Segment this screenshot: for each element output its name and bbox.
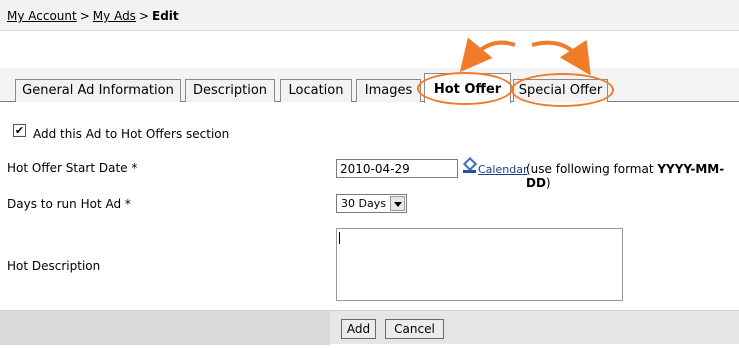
cancel-button[interactable]: Cancel — [385, 319, 444, 339]
days-select[interactable]: 30 Days — [336, 194, 407, 213]
breadcrumb-separator: > — [138, 9, 149, 23]
tab-images[interactable]: Images — [356, 79, 421, 102]
checkmark-icon: ✔ — [14, 124, 25, 137]
start-date-label: Hot Offer Start Date * — [7, 161, 138, 175]
text-caret — [339, 232, 340, 244]
breadcrumb-separator: > — [79, 9, 90, 23]
breadcrumb-current: Edit — [152, 9, 179, 23]
breadcrumb: My Account > My Ads > Edit — [0, 0, 739, 31]
description-label: Hot Description — [7, 259, 101, 273]
days-label: Days to run Hot Ad * — [7, 197, 131, 211]
add-hot-offer-checkbox[interactable]: ✔ — [13, 124, 26, 137]
tab-general-ad-information[interactable]: General Ad Information — [15, 79, 181, 102]
add-button[interactable]: Add — [341, 319, 376, 339]
tab-bar: General Ad Information Description Locat… — [0, 68, 739, 103]
footer-left-column — [0, 311, 330, 345]
breadcrumb-my-ads-link[interactable]: My Ads — [93, 9, 136, 23]
date-format-hint: (use following format YYYY-MM-DD) — [526, 162, 725, 190]
form-footer: Add Cancel — [0, 310, 739, 345]
days-select-value: 30 Days — [341, 197, 386, 210]
arrow-to-hot-offer-icon — [459, 37, 516, 73]
tab-description[interactable]: Description — [185, 79, 275, 102]
tab-hot-offer[interactable]: Hot Offer — [424, 73, 511, 103]
arrow-to-special-offer-icon — [531, 39, 591, 76]
calendar-icon[interactable] — [462, 157, 477, 174]
chevron-down-icon[interactable] — [390, 196, 405, 211]
breadcrumb-my-account-link[interactable]: My Account — [7, 9, 77, 23]
tab-location[interactable]: Location — [280, 79, 352, 102]
add-hot-offer-label: Add this Ad to Hot Offers section — [33, 127, 230, 141]
description-textarea[interactable] — [336, 228, 623, 301]
calendar-link[interactable]: Calendar — [478, 163, 527, 176]
tab-special-offer[interactable]: Special Offer — [513, 79, 608, 102]
start-date-input[interactable] — [336, 159, 458, 178]
